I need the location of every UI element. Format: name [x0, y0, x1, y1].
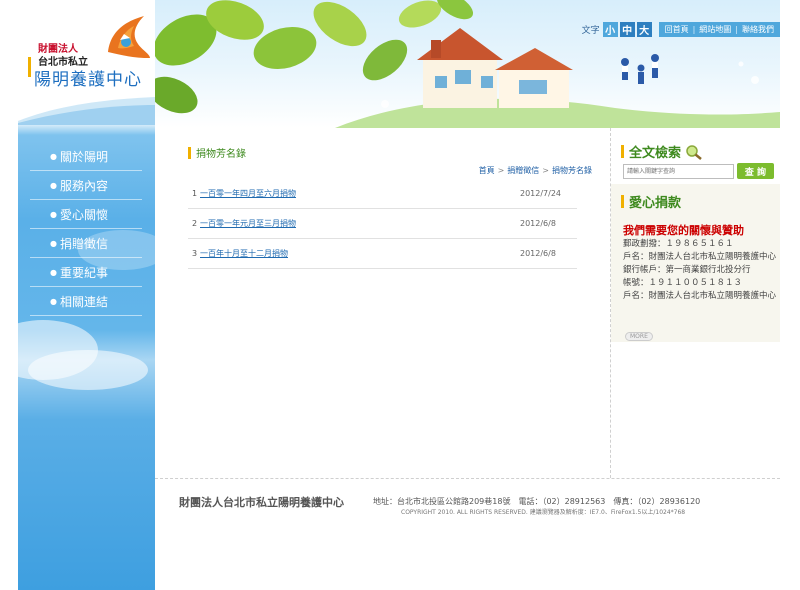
bullet-icon: ●: [50, 238, 57, 248]
bullet-icon: ●: [50, 296, 57, 306]
nav-item-services[interactable]: ● 服務內容: [30, 171, 142, 200]
nav-item-about[interactable]: ● 關於陽明: [30, 142, 142, 171]
bullet-icon: ●: [50, 267, 57, 277]
more-button[interactable]: MORE: [625, 332, 653, 341]
nav-item-care[interactable]: ● 愛心關懷: [30, 200, 142, 229]
logo-line-3: 陽明養護中心: [34, 70, 142, 90]
breadcrumb-separator: >: [542, 166, 549, 175]
item-date: 2012/6/8: [520, 249, 556, 258]
font-small-button[interactable]: 小: [602, 21, 618, 37]
donation-title: 愛心捐款: [621, 192, 681, 211]
footer: 財團法人台北市私立陽明養護中心 地址：台北市北投區公館路209巷18號 電話：（…: [155, 478, 780, 590]
banner-illustration: [155, 0, 780, 128]
top-utility-bar: 文字 小 中 大 回首頁 | 網站地圖 | 聯絡我們: [582, 21, 780, 37]
footer-address: 地址：台北市北投區公館路209巷18號 電話：（02）28912563 傳真：（…: [373, 497, 701, 506]
bullet-icon: ●: [50, 209, 57, 219]
link-separator: |: [735, 24, 738, 34]
postal-account-name: 戶名：財團法人台北市私立陽明養護中心: [623, 252, 777, 262]
nav-label: 重要紀事: [59, 265, 108, 280]
flame-logo-icon: [108, 16, 150, 58]
donation-title-text: 愛心捐款: [629, 196, 682, 211]
list-item: 2 一百零一年元月至三月捐物 2012/6/8: [188, 209, 577, 239]
breadcrumb-separator: >: [497, 166, 505, 175]
bank-account-name: 戶名：財團法人台北市私立陽明養護中心: [623, 291, 777, 301]
postal-account: 郵政劃撥：１９８６５１６１: [623, 239, 734, 249]
top-links: 回首頁 | 網站地圖 | 聯絡我們: [658, 21, 780, 37]
item-number: 2: [192, 219, 198, 228]
breadcrumb-current[interactable]: 捐物芳名錄: [552, 166, 592, 175]
section-title: 捐物芳名錄: [188, 145, 246, 160]
breadcrumb-donations[interactable]: 捐贈徵信: [507, 166, 539, 175]
font-size-label: 文字: [581, 25, 600, 36]
search-title: 全文檢索: [621, 142, 703, 161]
title-accent-bar: [621, 145, 624, 158]
bullet-icon: ●: [50, 151, 57, 161]
header-banner: 文字 小 中 大 回首頁 | 網站地圖 | 聯絡我們: [155, 0, 780, 128]
item-date: 2012/7/24: [520, 189, 562, 198]
title-accent-bar: [188, 146, 191, 159]
nav-label: 服務內容: [59, 178, 108, 193]
bullet-icon: ●: [50, 180, 57, 190]
breadcrumb-home[interactable]: 首頁: [479, 166, 495, 175]
page: 財團法人 台北市私立 陽明養護中心 ● 關於陽明 ● 服務內容 ● 愛心關懷 ● 捐贈徵…: [18, 0, 780, 590]
nav-label: 捐贈徵信: [59, 236, 108, 251]
item-title-link[interactable]: 一百年十月至十二月捐物: [200, 248, 520, 259]
bank-account-number: 帳號：１９１１００５１８１３: [623, 278, 743, 288]
donation-panel: 愛心捐款 我們需要您的關懷與贊助 郵政劃撥：１９８６５１６１ 戶名：財團法人台北…: [611, 184, 780, 342]
nav-label: 相關連結: [59, 294, 108, 309]
title-accent-bar: [621, 195, 624, 208]
list-item: 3 一百年十月至十二月捐物 2012/6/8: [188, 239, 577, 269]
cloud-decoration: [28, 350, 148, 390]
home-link[interactable]: 回首頁: [665, 24, 689, 35]
breadcrumb: 首頁 > 捐贈徵信 > 捐物芳名錄: [479, 165, 592, 176]
donor-list: 1 一百零一年四月至六月捐物 2012/7/24 2 一百零一年元月至三月捐物 …: [188, 179, 577, 269]
search-title-text: 全文檢索: [629, 146, 682, 161]
main-content: 捐物芳名錄 首頁 > 捐贈徵信 > 捐物芳名錄 1 一百零一年四月至六月捐物 2012/…: [155, 128, 610, 478]
item-date: 2012/6/8: [520, 219, 556, 228]
nav-item-events[interactable]: ● 重要紀事: [30, 258, 142, 287]
magnifier-icon: [686, 144, 702, 160]
nav-label: 愛心關懷: [59, 207, 108, 222]
item-number: 3: [192, 249, 198, 258]
item-number: 1: [192, 189, 198, 198]
right-panel: 全文檢索 查 詢 愛心捐款 我們需要您的關懷與贊助 郵政劃撥：１９８６５１６１ …: [610, 128, 780, 478]
bank-account: 銀行帳戶：第一商業銀行北投分行: [623, 265, 751, 275]
logo-accent-bar: [28, 57, 31, 77]
nav-item-donations[interactable]: ● 捐贈徵信: [30, 229, 142, 258]
link-separator: |: [692, 24, 696, 34]
left-sidebar: 財團法人 台北市私立 陽明養護中心 ● 關於陽明 ● 服務內容 ● 愛心關懷 ● 捐贈徵…: [18, 0, 168, 590]
nav-label: 關於陽明: [59, 149, 108, 164]
item-title-link[interactable]: 一百零一年四月至六月捐物: [200, 188, 520, 199]
font-large-button[interactable]: 大: [636, 21, 652, 37]
search-input[interactable]: [623, 164, 734, 179]
list-item: 1 一百零一年四月至六月捐物 2012/7/24: [188, 179, 577, 209]
search-button[interactable]: 查 詢: [737, 163, 774, 179]
footer-org-name: 財團法人台北市私立陽明養護中心: [179, 496, 344, 509]
nav-item-links[interactable]: ● 相關連結: [30, 287, 142, 316]
site-logo[interactable]: 財團法人 台北市私立 陽明養護中心: [18, 0, 155, 125]
search-panel: 全文檢索 查 詢: [611, 128, 780, 184]
logo-wave-decoration: [18, 97, 155, 125]
footer-copyright: COPYRIGHT 2010. ALL RIGHTS RESERVED. 建議瀏…: [401, 509, 686, 516]
donation-info: 郵政劃撥：１９８６５１６１ 戶名：財團法人台北市私立陽明養護中心 銀行帳戶：第一…: [623, 238, 778, 303]
section-title-text: 捐物芳名錄: [196, 149, 246, 160]
contact-link[interactable]: 聯絡我們: [742, 24, 774, 35]
font-medium-button[interactable]: 中: [619, 21, 635, 37]
item-title-link[interactable]: 一百零一年元月至三月捐物: [200, 218, 520, 229]
main-nav: ● 關於陽明 ● 服務內容 ● 愛心關懷 ● 捐贈徵信 ● 重要紀事 ● 相關連結: [30, 142, 142, 316]
donation-heading: 我們需要您的關懷與贊助: [623, 224, 744, 237]
sitemap-link[interactable]: 網站地圖: [699, 24, 731, 35]
